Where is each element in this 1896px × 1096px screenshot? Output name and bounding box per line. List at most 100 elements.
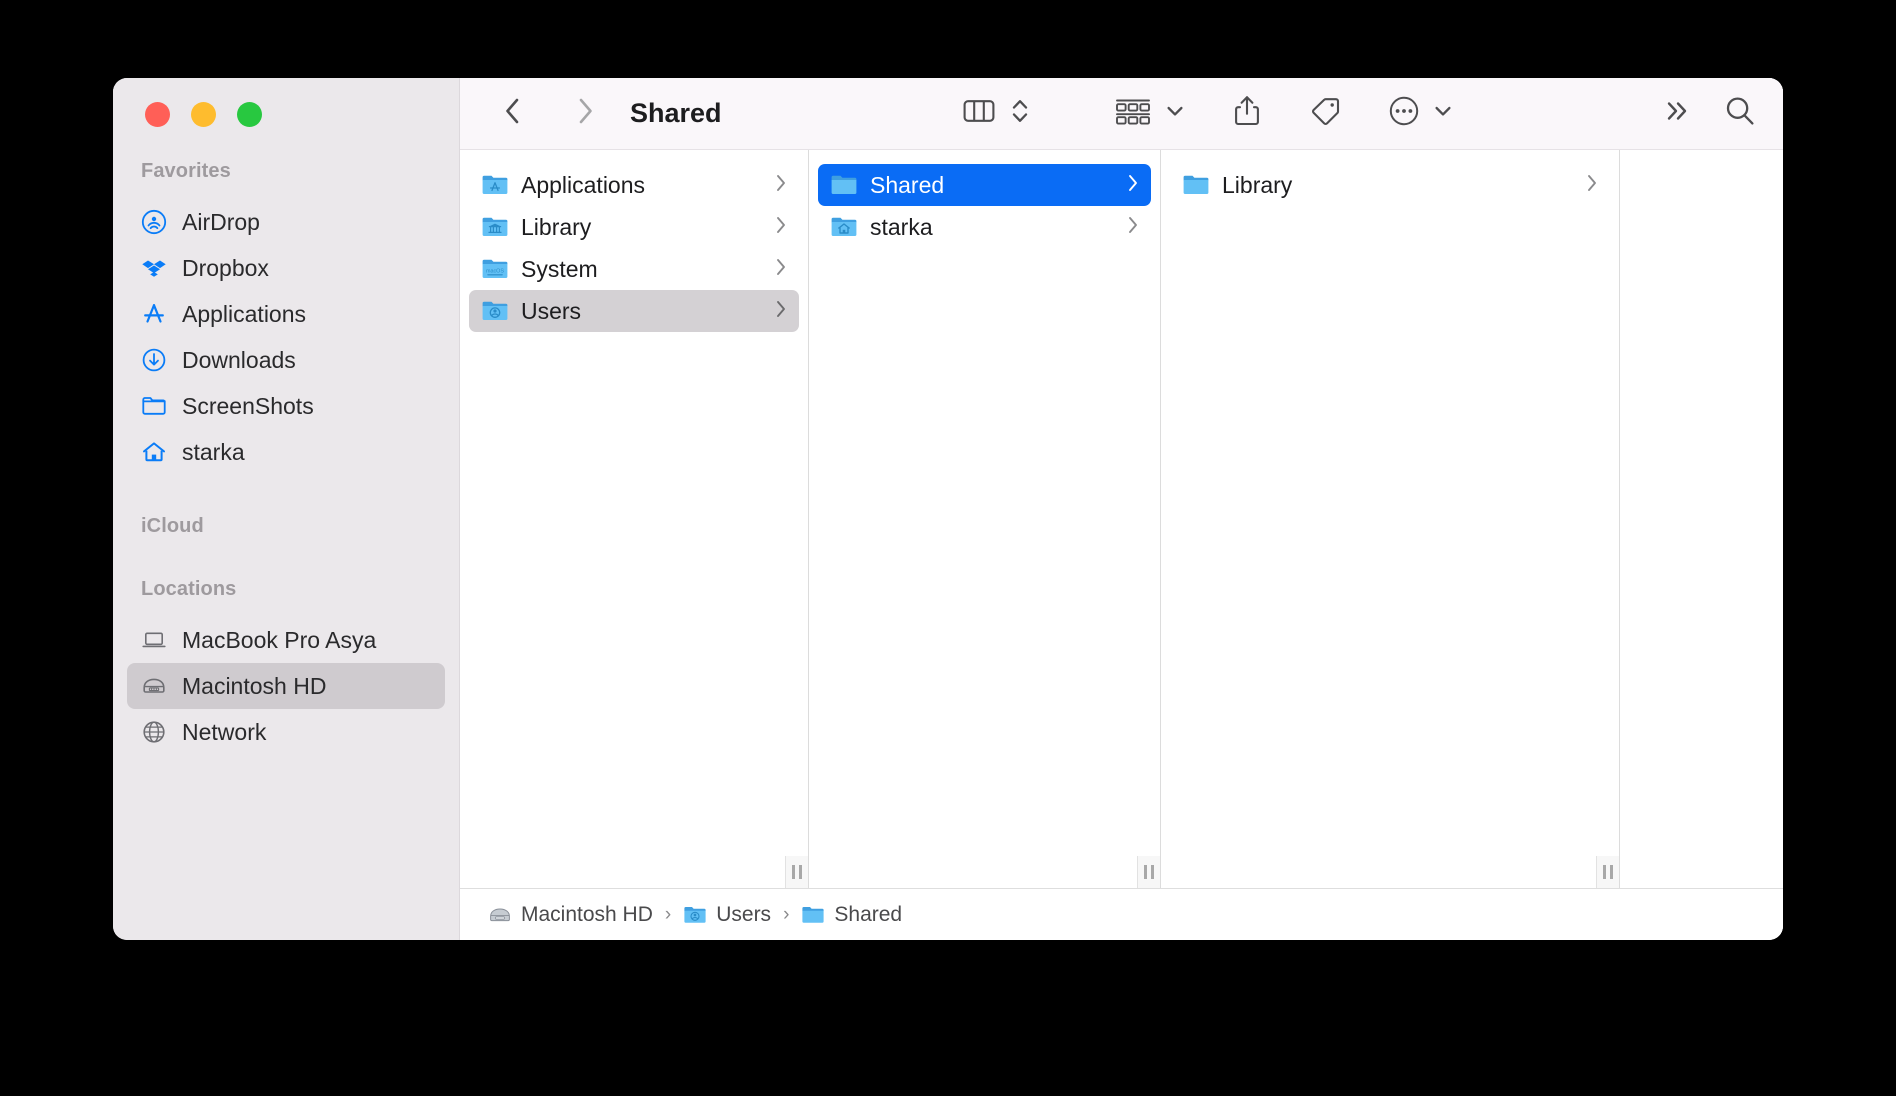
column-resize-grip[interactable]	[785, 856, 808, 888]
file-name: System	[521, 255, 598, 282]
sidebar-item-macbook-pro-asya[interactable]: MacBook Pro Asya	[127, 617, 445, 663]
toolbar-overflow-button[interactable]	[1661, 90, 1693, 138]
harddisk-icon	[488, 903, 512, 927]
sidebar-item-starka[interactable]: starka	[127, 429, 445, 475]
minimize-button[interactable]	[191, 101, 216, 127]
sidebar-item-airdrop[interactable]: AirDrop	[127, 199, 445, 245]
file-row[interactable]: Applications	[469, 164, 799, 206]
chevron-right-icon	[774, 298, 788, 325]
column-resize-grip[interactable]	[1137, 856, 1160, 888]
downloads-icon	[141, 347, 167, 373]
chevron-up-down-icon	[1010, 95, 1030, 132]
group-by-button[interactable]	[1114, 90, 1152, 138]
folder-applications-icon	[481, 171, 509, 199]
sidebar-item-macintosh-hd[interactable]: Macintosh HD	[127, 663, 445, 709]
breadcrumb-separator: ›	[783, 903, 790, 925]
share-button[interactable]	[1232, 90, 1262, 138]
chevron-right-icon	[1126, 214, 1140, 241]
screen-background: Favorites AirDrop Dropbox Applications D…	[0, 0, 1896, 1096]
folder-home-icon	[830, 213, 858, 241]
file-row[interactable]: Shared	[818, 164, 1151, 206]
sidebar-item-downloads[interactable]: Downloads	[127, 337, 445, 383]
file-row[interactable]: Users	[469, 290, 799, 332]
breadcrumb-users[interactable]: Users	[683, 903, 771, 927]
close-button[interactable]	[145, 101, 170, 127]
chevron-right-icon	[573, 96, 597, 131]
back-button[interactable]	[490, 90, 536, 138]
file-row[interactable]: Library	[469, 206, 799, 248]
chevron-right-icon	[774, 256, 788, 283]
tag-button[interactable]	[1308, 90, 1342, 138]
airdrop-icon	[141, 209, 167, 235]
column-view-icon	[962, 97, 996, 130]
sidebar-section-icloud: iCloud	[141, 515, 204, 537]
sidebar-item-label: starka	[182, 438, 245, 465]
content-pane: Shared Applications Library macOS System…	[460, 78, 1783, 940]
folder-library-icon	[481, 213, 509, 241]
applications-icon	[141, 301, 167, 327]
search-button[interactable]	[1723, 90, 1757, 138]
file-name: Library	[521, 213, 592, 240]
file-name: Users	[521, 297, 582, 324]
more-actions-chevron-button[interactable]	[1432, 90, 1454, 138]
toolbar: Shared	[460, 78, 1783, 150]
chevron-right-icon	[1126, 172, 1140, 199]
file-name: starka	[870, 213, 933, 240]
sidebar-item-applications[interactable]: Applications	[127, 291, 445, 337]
column-browser: Applications Library macOS System Users …	[460, 150, 1783, 888]
sidebar-item-label: Applications	[182, 300, 307, 327]
breadcrumb-separator: ›	[664, 903, 672, 925]
folder-icon	[830, 171, 858, 199]
sidebar-item-label: ScreenShots	[182, 392, 314, 419]
file-name: Applications	[521, 171, 646, 198]
folder-icon	[1182, 171, 1210, 199]
view-stepper-button[interactable]	[1010, 90, 1030, 138]
breadcrumb-label: Macintosh HD	[521, 902, 653, 926]
column-1: Applications Library macOS System Users	[460, 150, 809, 888]
sidebar-item-label: Network	[182, 718, 267, 745]
folder-icon	[141, 393, 167, 419]
file-row[interactable]: starka	[818, 206, 1151, 248]
file-name: Library	[1222, 171, 1293, 198]
home-icon	[141, 439, 167, 465]
sidebar-item-label: MacBook Pro Asya	[182, 626, 377, 653]
sidebar-item-network[interactable]: Network	[127, 709, 445, 755]
folder-users-icon	[683, 903, 707, 927]
path-bar: Macintosh HD › Users › Shared	[460, 888, 1783, 940]
sidebar-section-locations: Locations	[141, 578, 237, 600]
file-row[interactable]: Library	[1170, 164, 1610, 206]
forward-button[interactable]	[562, 90, 608, 138]
sidebar-item-screenshots[interactable]: ScreenShots	[127, 383, 445, 429]
window-body: Favorites AirDrop Dropbox Applications D…	[113, 78, 1783, 940]
ellipsis-circle-icon	[1388, 95, 1420, 132]
sidebar-item-label: Downloads	[182, 346, 296, 373]
view-column-button[interactable]	[962, 90, 996, 138]
group-by-chevron-button[interactable]	[1164, 90, 1186, 138]
dropbox-icon	[141, 255, 167, 281]
folder-users-icon	[481, 297, 509, 325]
maximize-button[interactable]	[237, 101, 262, 127]
sidebar: Favorites AirDrop Dropbox Applications D…	[113, 78, 460, 940]
column-resize-grip[interactable]	[1596, 856, 1619, 888]
breadcrumb-macintosh-hd[interactable]: Macintosh HD	[488, 903, 653, 927]
sidebar-item-label: Dropbox	[182, 254, 269, 281]
more-actions-button[interactable]	[1388, 90, 1420, 138]
chevron-left-icon	[501, 96, 525, 131]
sidebar-item-label: Macintosh HD	[182, 672, 327, 699]
svg-text:macOS: macOS	[486, 269, 504, 275]
sidebar-item-dropbox[interactable]: Dropbox	[127, 245, 445, 291]
sidebar-item-label: AirDrop	[182, 208, 260, 235]
file-row[interactable]: macOS System	[469, 248, 799, 290]
sidebar-section-favorites: Favorites	[141, 160, 231, 182]
chevron-down-icon	[1432, 100, 1454, 127]
group-by-icon	[1114, 96, 1152, 131]
traffic-lights	[113, 78, 459, 150]
page-title: Shared	[630, 98, 722, 128]
chevron-down-icon	[1164, 100, 1186, 127]
breadcrumb-shared[interactable]: Shared	[801, 903, 902, 927]
breadcrumb-label: Shared	[834, 902, 903, 926]
breadcrumb-label: Users	[716, 902, 772, 926]
harddisk-icon	[141, 673, 167, 699]
column-4	[1620, 150, 1783, 888]
globe-icon	[141, 719, 167, 745]
